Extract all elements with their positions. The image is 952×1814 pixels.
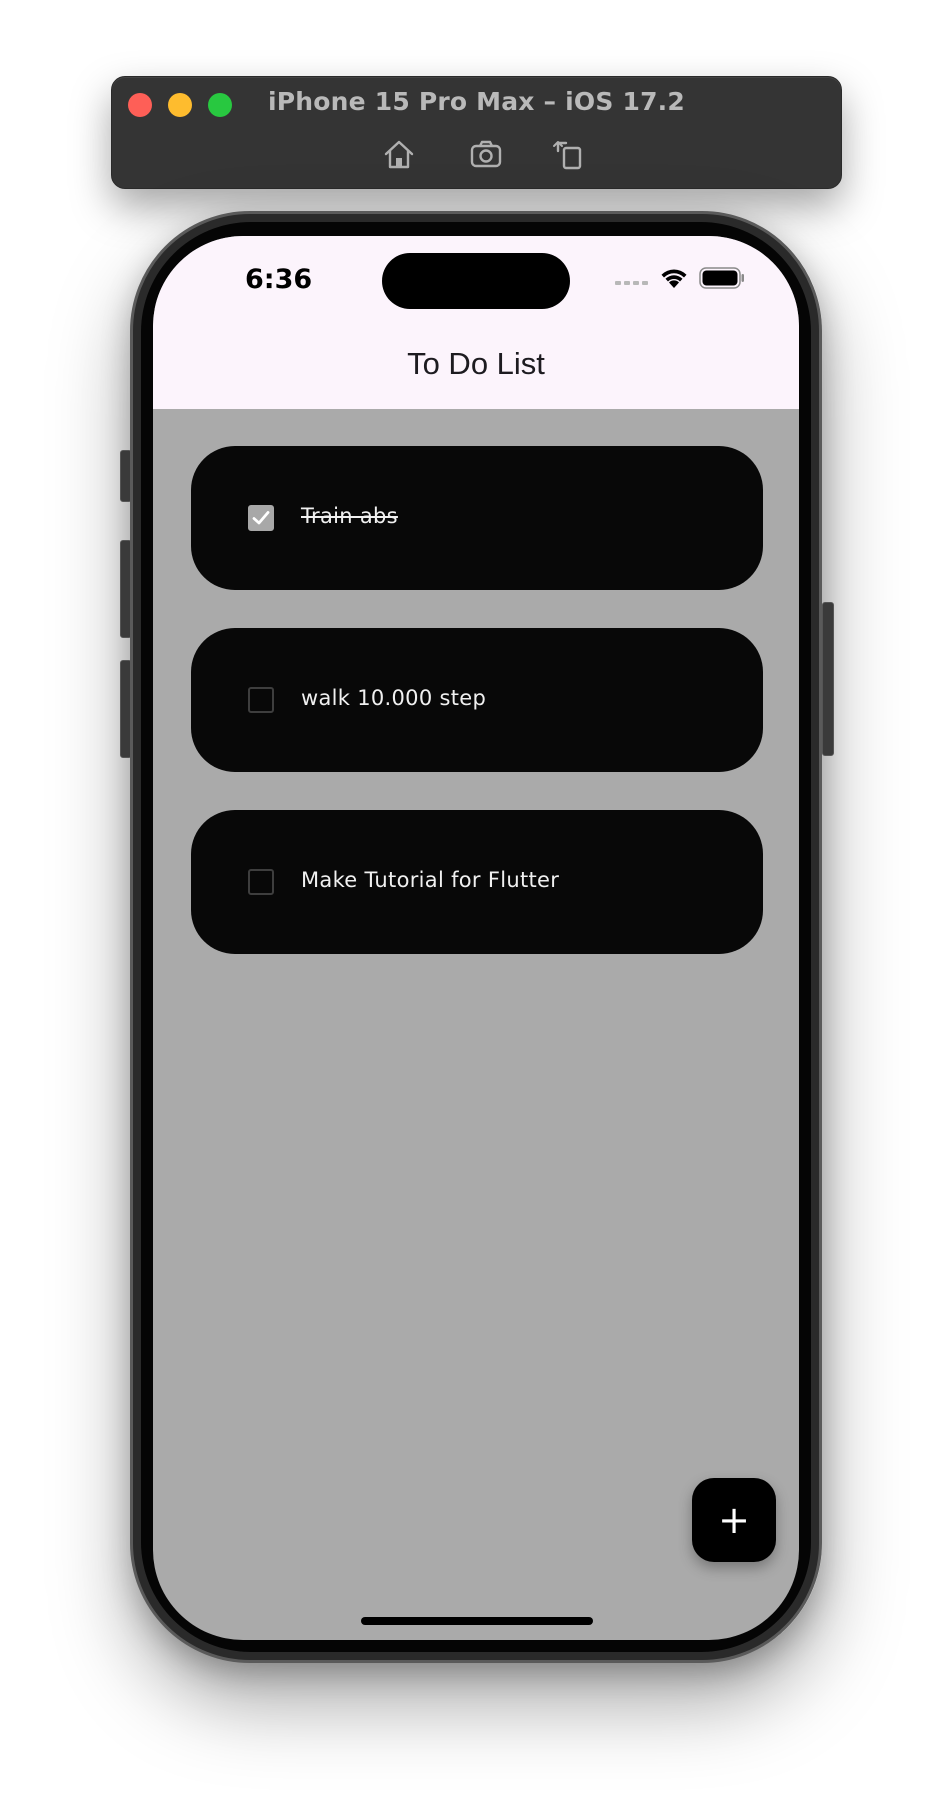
status-icons — [615, 266, 745, 294]
todo-item[interactable]: walk 10.000 step — [191, 628, 763, 772]
screenshot-icon[interactable] — [469, 137, 503, 171]
add-task-button[interactable]: + — [692, 1478, 776, 1562]
page-title: To Do List — [407, 346, 545, 381]
cellular-icon — [615, 271, 649, 290]
power-button[interactable] — [822, 602, 834, 756]
dynamic-island — [382, 253, 570, 309]
battery-icon — [699, 267, 745, 293]
status-time: 6:36 — [245, 264, 313, 295]
rotate-icon[interactable] — [552, 137, 586, 171]
home-icon[interactable] — [382, 137, 416, 171]
home-indicator[interactable] — [361, 1617, 593, 1625]
simulator-title: iPhone 15 Pro Max – iOS 17.2 — [268, 87, 685, 116]
plus-icon: + — [718, 1498, 750, 1542]
checkmark-icon — [252, 511, 270, 525]
task-checkbox[interactable] — [248, 687, 274, 713]
app-bar: 6:36 To Do List — [153, 236, 799, 409]
task-label: Make Tutorial for Flutter — [301, 868, 560, 892]
task-checkbox[interactable] — [248, 505, 274, 531]
simulator-toolbar: iPhone 15 Pro Max – iOS 17.2 — [111, 76, 842, 189]
task-checkbox[interactable] — [248, 869, 274, 895]
todo-item[interactable]: Train abs — [191, 446, 763, 590]
todo-item[interactable]: Make Tutorial for Flutter — [191, 810, 763, 954]
wifi-icon — [659, 266, 689, 294]
task-label: Train abs — [301, 504, 398, 528]
todo-list: Train abs walk 10.000 step Make Tutorial… — [191, 446, 763, 992]
simulator-stage: iPhone 15 Pro Max – iOS 17.2 6:36 To Do … — [0, 0, 952, 1814]
phone-screen: 6:36 To Do List Train abs walk 10.000 st… — [153, 236, 799, 1640]
task-label: walk 10.000 step — [301, 686, 487, 710]
